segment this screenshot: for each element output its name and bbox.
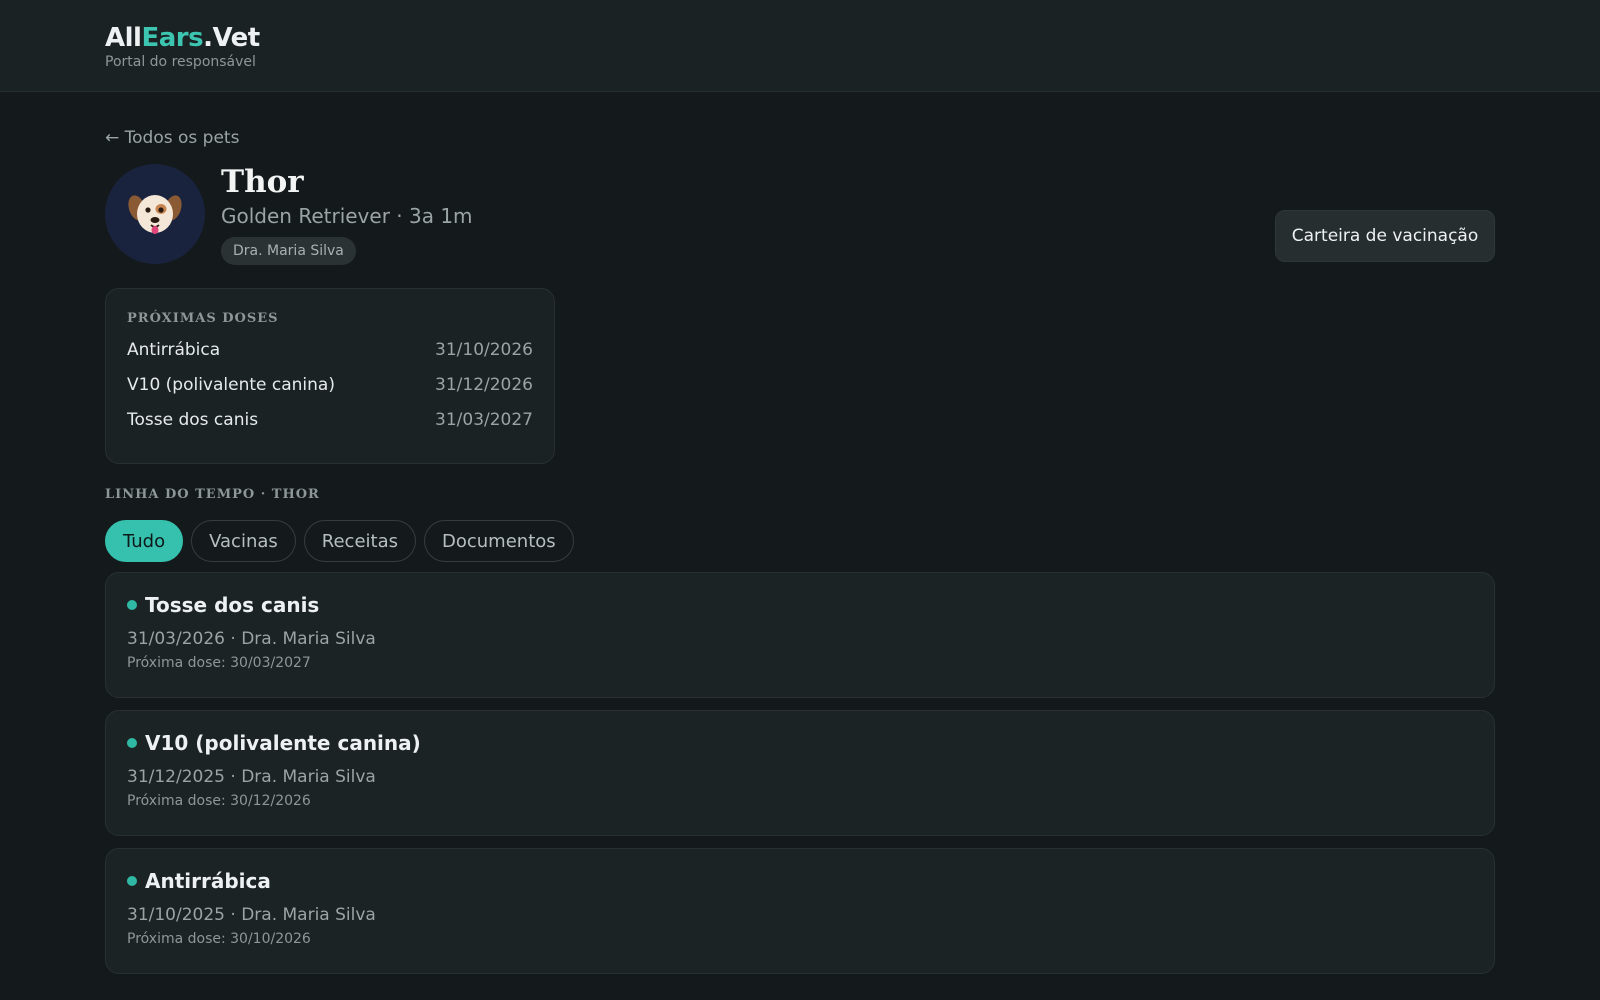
timeline-title: LINHA DO TEMPO · THOR: [105, 487, 320, 502]
event-title: Tosse dos canis: [127, 593, 1473, 617]
brand-part-vet: .Vet: [203, 23, 260, 53]
event-date-vet: 31/12/2025 · Dra. Maria Silva: [127, 767, 376, 787]
event-title-text: Tosse dos canis: [145, 593, 320, 617]
event-date-vet: 31/10/2025 · Dra. Maria Silva: [127, 905, 376, 925]
tab-documents[interactable]: Documentos: [424, 520, 574, 562]
timeline-event-card[interactable]: V10 (polivalente canina) 31/12/2025 · Dr…: [105, 710, 1495, 836]
status-dot-icon: [127, 738, 137, 748]
timeline-event-card[interactable]: Tosse dos canis 31/03/2026 · Dra. Maria …: [105, 572, 1495, 698]
event-next-dose: Próxima dose: 30/10/2026: [127, 931, 311, 947]
upcoming-doses-title: PRÓXIMAS DOSES: [127, 311, 279, 326]
brand-part-ears: Ears: [141, 23, 204, 53]
timeline-event-card[interactable]: Antirrábica 31/10/2025 · Dra. Maria Silv…: [105, 848, 1495, 974]
dose-name: Antirrábica: [127, 340, 221, 360]
event-title-text: V10 (polivalente canina): [145, 731, 421, 755]
dose-name: Tosse dos canis: [127, 410, 259, 430]
top-bar: AllEars.Vet Portal do responsável: [0, 0, 1600, 92]
pet-avatar: [105, 164, 205, 264]
dose-row: Antirrábica 31/10/2026: [127, 339, 533, 361]
dose-row: Tosse dos canis 31/03/2027: [127, 409, 533, 431]
dose-row: V10 (polivalente canina) 31/12/2026: [127, 374, 533, 396]
brand-part-all: All: [105, 23, 142, 53]
tab-prescriptions[interactable]: Receitas: [303, 520, 416, 562]
dose-date: 31/12/2026: [435, 375, 533, 395]
dose-name: V10 (polivalente canina): [127, 375, 335, 395]
timeline-events: Tosse dos canis 31/03/2026 · Dra. Maria …: [105, 572, 1495, 986]
portal-tagline: Portal do responsável: [105, 54, 256, 70]
vaccination-card-button[interactable]: Carteira de vacinação: [1275, 210, 1495, 262]
pet-info: Thor Golden Retriever · 3a 1m Dra. Maria…: [221, 164, 473, 265]
event-next-dose: Próxima dose: 30/03/2027: [127, 655, 311, 671]
dog-face-icon: [128, 195, 182, 234]
event-title: Antirrábica: [127, 869, 1473, 893]
pet-name: Thor: [221, 164, 304, 200]
vet-badge: Dra. Maria Silva: [221, 237, 356, 265]
timeline-filter-tabs: Tudo Vacinas Receitas Documentos: [105, 520, 574, 562]
event-title: V10 (polivalente canina): [127, 731, 1473, 755]
dose-date: 31/03/2027: [435, 410, 533, 430]
back-to-all-pets-link[interactable]: ← Todos os pets: [105, 128, 239, 148]
tab-all[interactable]: Tudo: [105, 520, 184, 562]
event-title-text: Antirrábica: [145, 869, 271, 893]
tab-vaccines[interactable]: Vacinas: [191, 520, 296, 562]
brand-logo[interactable]: AllEars.Vet: [105, 22, 1600, 54]
upcoming-doses-card: PRÓXIMAS DOSES Antirrábica 31/10/2026 V1…: [105, 288, 555, 464]
status-dot-icon: [127, 876, 137, 886]
pet-breed-age: Golden Retriever · 3a 1m: [221, 204, 473, 228]
dose-date: 31/10/2026: [435, 340, 533, 360]
event-next-dose: Próxima dose: 30/12/2026: [127, 793, 311, 809]
event-date-vet: 31/03/2026 · Dra. Maria Silva: [127, 629, 376, 649]
status-dot-icon: [127, 600, 137, 610]
